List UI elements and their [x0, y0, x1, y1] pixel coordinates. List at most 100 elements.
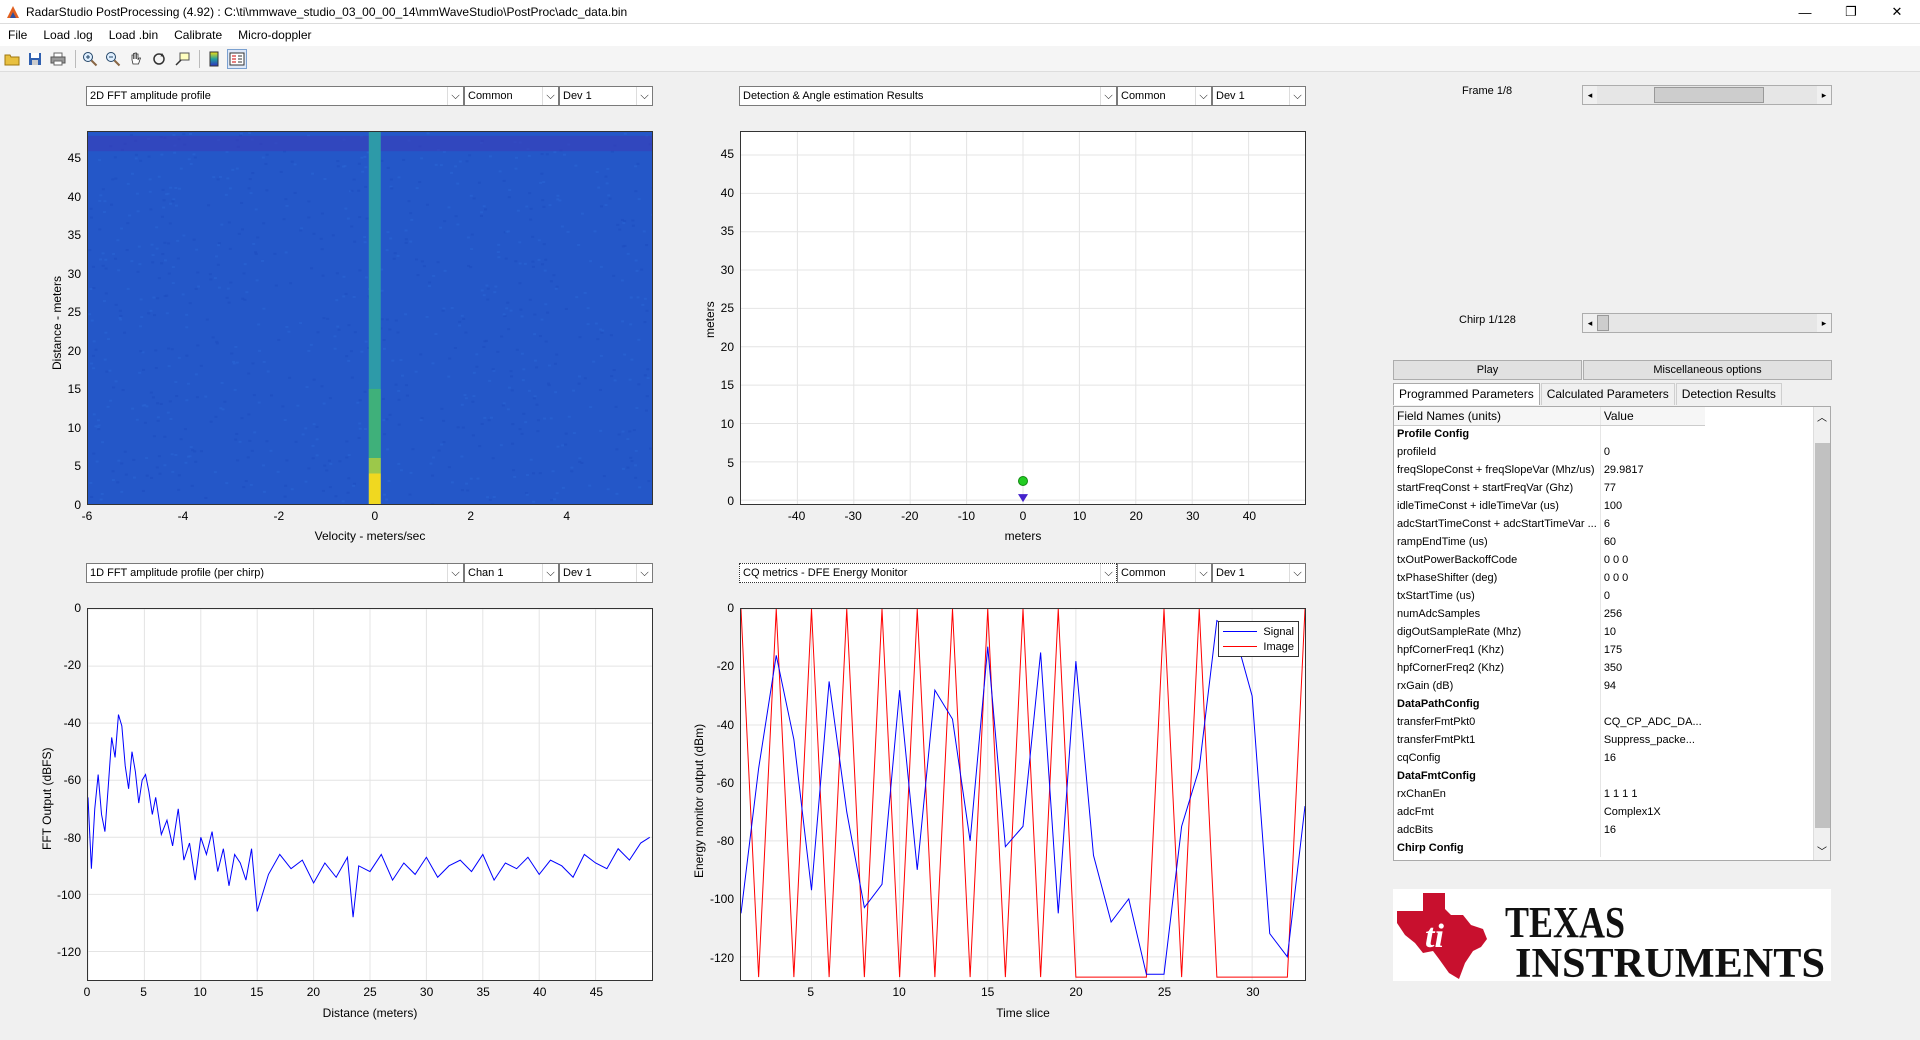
table-row[interactable]: idleTimeConst + idleTimeVar (us) 100 — [1394, 497, 1705, 515]
p4-device-dropdown[interactable]: Dev 1 ⌵ — [1212, 563, 1306, 583]
minimize-button[interactable]: — — [1782, 0, 1828, 24]
table-row[interactable]: startFreqConst + startFreqVar (Ghz) 77 — [1394, 479, 1705, 497]
data-cursor-icon[interactable] — [172, 49, 192, 69]
param-value[interactable] — [1600, 695, 1704, 713]
param-value[interactable]: 350 — [1600, 659, 1704, 677]
maximize-button[interactable]: ❐ — [1828, 0, 1874, 24]
table-row[interactable]: txOutPowerBackoffCode 0 0 0 — [1394, 551, 1705, 569]
table-row[interactable]: DataPathConfig — [1394, 695, 1705, 713]
p4-legend[interactable]: Signal Image — [1218, 621, 1299, 657]
table-row[interactable]: transferFmtPkt1 Suppress_packe... — [1394, 731, 1705, 749]
param-value[interactable]: 175 — [1600, 641, 1704, 659]
table-row[interactable]: transferFmtPkt0 CQ_CP_ADC_DA... — [1394, 713, 1705, 731]
param-value[interactable]: 60 — [1600, 533, 1704, 551]
p4-mode-dropdown[interactable]: Common ⌵ — [1117, 563, 1212, 583]
scroll-up-icon[interactable]: ︿ — [1817, 409, 1827, 424]
table-row[interactable]: txPhaseShifter (deg) 0 0 0 — [1394, 569, 1705, 587]
slider-left-arrow-icon[interactable]: ◂ — [1583, 86, 1597, 104]
param-value[interactable]: 16 — [1600, 821, 1704, 839]
menu-micro-doppler[interactable]: Micro-doppler — [230, 28, 319, 42]
param-value[interactable]: 94 — [1600, 677, 1704, 695]
scrollbar-thumb[interactable] — [1815, 443, 1830, 828]
param-value[interactable]: 0 0 0 — [1600, 551, 1704, 569]
menu-load-bin[interactable]: Load .bin — [101, 28, 166, 42]
table-row[interactable]: Chirp Config — [1394, 839, 1705, 857]
param-value[interactable]: Complex1X — [1600, 803, 1704, 821]
tab-detection-results[interactable]: Detection Results — [1675, 383, 1782, 405]
header-field-names[interactable]: Field Names (units) — [1394, 407, 1601, 426]
param-value[interactable] — [1600, 767, 1704, 785]
param-value[interactable]: 0 — [1600, 443, 1704, 461]
tab-calculated-parameters[interactable]: Calculated Parameters — [1540, 383, 1675, 405]
param-value[interactable] — [1600, 839, 1704, 857]
param-value[interactable]: 6 — [1600, 515, 1704, 533]
p3-channel-dropdown[interactable]: Chan 1 ⌵ — [464, 563, 559, 583]
chirp-slider[interactable]: ◂ ▸ — [1582, 313, 1832, 333]
table-row[interactable]: digOutSampleRate (Mhz) 10 — [1394, 623, 1705, 641]
slider-right-arrow-icon[interactable]: ▸ — [1817, 314, 1831, 332]
chirp-slider-thumb[interactable] — [1597, 315, 1609, 331]
p4-plot-type-dropdown[interactable]: CQ metrics - DFE Energy Monitor ⌵ — [739, 563, 1117, 583]
menu-calibrate[interactable]: Calibrate — [166, 28, 230, 42]
pan-hand-icon[interactable] — [126, 49, 146, 69]
param-value[interactable]: 100 — [1600, 497, 1704, 515]
colorbar-icon[interactable] — [204, 49, 224, 69]
param-value[interactable]: 29.9817 — [1600, 461, 1704, 479]
table-row[interactable]: freqSlopeConst + freqSlopeVar (Mhz/us) 29… — [1394, 461, 1705, 479]
legend-icon[interactable] — [227, 48, 247, 69]
menu-load-log[interactable]: Load .log — [35, 28, 100, 42]
p1-plot-type-dropdown[interactable]: 2D FFT amplitude profile ⌵ — [86, 86, 464, 106]
table-row[interactable]: Profile Config — [1394, 425, 1705, 443]
parameters-table[interactable]: Field Names (units) Value Profile Config… — [1393, 406, 1831, 861]
table-row[interactable]: hpfCornerFreq2 (Khz) 350 — [1394, 659, 1705, 677]
param-value[interactable]: 10 — [1600, 623, 1704, 641]
table-scrollbar[interactable]: ︿ ﹀ — [1813, 407, 1830, 860]
table-row[interactable]: numAdcSamples 256 — [1394, 605, 1705, 623]
p3-fft-plot[interactable] — [87, 608, 653, 981]
p1-mode-dropdown[interactable]: Common ⌵ — [464, 86, 559, 106]
rotate-icon[interactable] — [149, 49, 169, 69]
close-button[interactable]: ✕ — [1874, 0, 1920, 24]
slider-left-arrow-icon[interactable]: ◂ — [1583, 314, 1597, 332]
table-row[interactable]: rxChanEn 1 1 1 1 — [1394, 785, 1705, 803]
p3-plot-type-dropdown[interactable]: 1D FFT amplitude profile (per chirp) ⌵ — [86, 563, 464, 583]
table-row[interactable]: profileId 0 — [1394, 443, 1705, 461]
play-button[interactable]: Play — [1393, 360, 1582, 380]
zoom-out-icon[interactable] — [103, 49, 123, 69]
table-row[interactable]: adcBits 16 — [1394, 821, 1705, 839]
scroll-down-icon[interactable]: ﹀ — [1817, 843, 1827, 858]
param-value[interactable]: 77 — [1600, 479, 1704, 497]
table-row[interactable]: hpfCornerFreq1 (Khz) 175 — [1394, 641, 1705, 659]
param-value[interactable]: 0 0 0 — [1600, 569, 1704, 587]
slider-right-arrow-icon[interactable]: ▸ — [1817, 86, 1831, 104]
param-value[interactable]: 16 — [1600, 749, 1704, 767]
frame-slider[interactable]: ◂ ▸ — [1582, 85, 1832, 105]
table-row[interactable]: txStartTime (us) 0 — [1394, 587, 1705, 605]
table-row[interactable]: DataFmtConfig — [1394, 767, 1705, 785]
p3-device-dropdown[interactable]: Dev 1 ⌵ — [559, 563, 653, 583]
table-row[interactable]: cqConfig 16 — [1394, 749, 1705, 767]
p2-detection-plot[interactable] — [740, 131, 1306, 505]
param-value[interactable] — [1600, 425, 1704, 443]
p2-mode-dropdown[interactable]: Common ⌵ — [1117, 86, 1212, 106]
header-value[interactable]: Value — [1600, 407, 1705, 426]
misc-options-button[interactable]: Miscellaneous options — [1583, 360, 1832, 380]
open-folder-icon[interactable] — [2, 49, 22, 69]
p2-device-dropdown[interactable]: Dev 1 ⌵ — [1212, 86, 1306, 106]
param-value[interactable]: 1 1 1 1 — [1600, 785, 1704, 803]
table-row[interactable]: adcFmt Complex1X — [1394, 803, 1705, 821]
p1-device-dropdown[interactable]: Dev 1 ⌵ — [559, 86, 653, 106]
tab-programmed-parameters[interactable]: Programmed Parameters — [1393, 383, 1540, 405]
menu-file[interactable]: File — [0, 28, 35, 42]
frame-slider-thumb[interactable] — [1654, 87, 1765, 103]
zoom-in-icon[interactable] — [80, 49, 100, 69]
save-icon[interactable] — [25, 49, 45, 69]
p1-heatmap-plot[interactable] — [87, 131, 653, 505]
table-row[interactable]: rampEndTime (us) 60 — [1394, 533, 1705, 551]
table-row[interactable]: rxGain (dB) 94 — [1394, 677, 1705, 695]
print-icon[interactable] — [48, 49, 68, 69]
table-row[interactable]: adcStartTimeConst + adcStartTimeVar ... 6 — [1394, 515, 1705, 533]
param-value[interactable]: 0 — [1600, 587, 1704, 605]
p2-plot-type-dropdown[interactable]: Detection & Angle estimation Results ⌵ — [739, 86, 1117, 106]
p4-energy-plot[interactable]: Signal Image — [740, 608, 1306, 981]
